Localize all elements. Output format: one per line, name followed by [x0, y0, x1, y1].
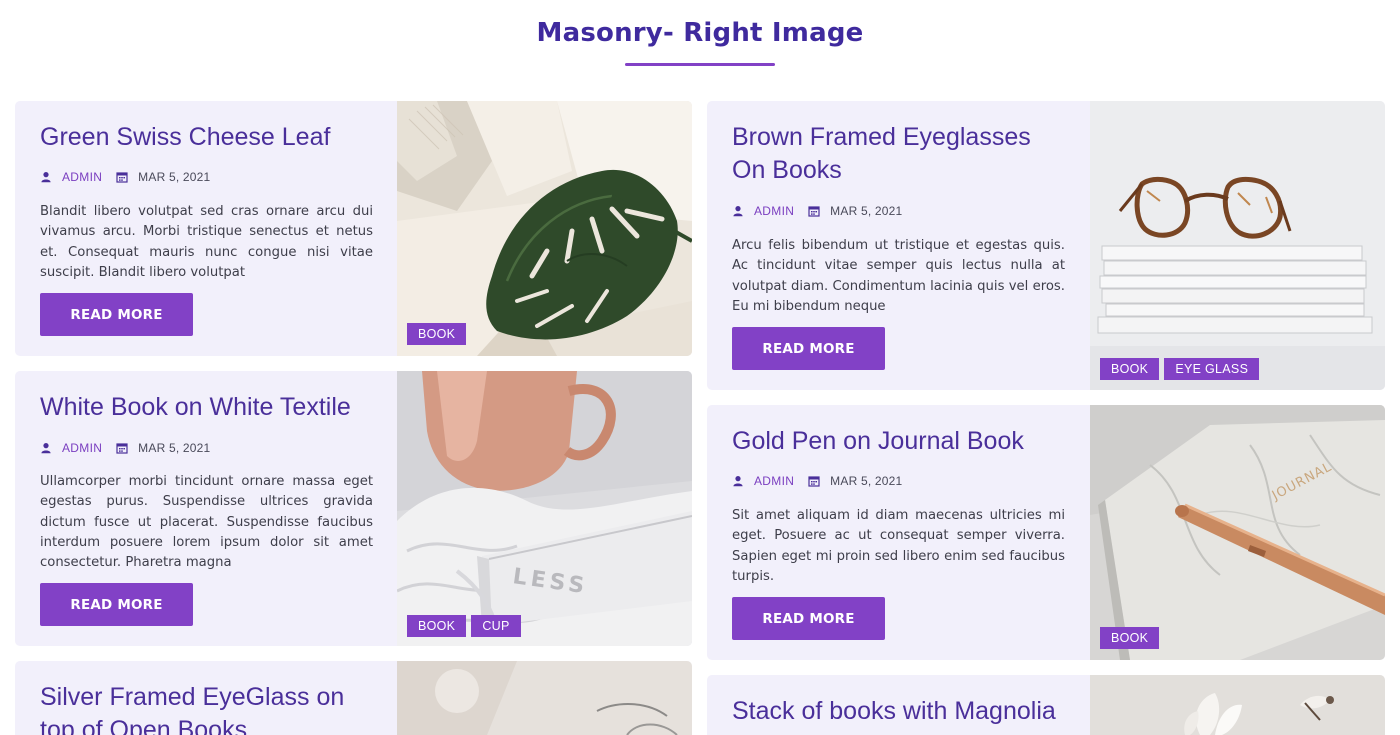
post-title[interactable]: Stack of books with Magnolia: [732, 695, 1072, 728]
tag[interactable]: BOOK: [1100, 627, 1160, 649]
post-image[interactable]: LESS BOOK CUP: [397, 371, 692, 646]
eyeglasses-on-books-photo: [1090, 101, 1385, 390]
read-more-button[interactable]: READ MORE: [40, 293, 193, 336]
user-icon: [41, 443, 51, 454]
post-author[interactable]: ADMIN: [754, 204, 794, 218]
post-card: White Book on White Textile ADMIN MAR 5,…: [15, 371, 692, 646]
post-excerpt: Sit amet aliquam id diam maecenas ultric…: [732, 508, 1065, 584]
post-title[interactable]: Brown Framed Eyeglasses On Books: [732, 121, 1065, 187]
post-card: Gold Pen on Journal Book ADMIN MAR 5, 20…: [707, 405, 1385, 660]
calendar-icon: [116, 172, 128, 183]
page-title: Masonry- Right Image: [536, 18, 864, 48]
post-meta: ADMIN MAR 5, 2021: [732, 201, 1065, 221]
tag[interactable]: BOOK: [407, 615, 467, 637]
post-title[interactable]: White Book on White Textile: [40, 391, 373, 424]
tag[interactable]: BOOK: [407, 323, 467, 345]
post-title[interactable]: Gold Pen on Journal Book: [732, 425, 1065, 458]
tag[interactable]: BOOK: [1100, 358, 1160, 380]
gold-pen-on-journal-photo: JOURNAL: [1090, 405, 1385, 660]
post-image[interactable]: BOOK EYE GLASS: [1090, 101, 1385, 390]
post-meta: ADMIN MAR 5, 2021: [732, 471, 1065, 491]
post-card: Brown Framed Eyeglasses On Books ADMIN M…: [707, 101, 1385, 390]
user-icon: [41, 172, 51, 183]
tag-list: BOOK: [407, 323, 467, 345]
post-author[interactable]: ADMIN: [62, 170, 102, 184]
tag-list: BOOK EYE GLASS: [1100, 358, 1260, 380]
post-date: MAR 5, 2021: [830, 474, 903, 488]
post-title[interactable]: Green Swiss Cheese Leaf: [40, 121, 373, 154]
post-image[interactable]: BOOK: [397, 101, 692, 356]
post-excerpt: Blandit libero volutpat sed cras ornare …: [40, 204, 373, 280]
post-image[interactable]: JOURNAL BOOK: [1090, 405, 1385, 660]
tag[interactable]: EYE GLASS: [1164, 358, 1260, 380]
post-meta: ADMIN MAR 5, 2021: [40, 167, 373, 187]
read-more-button[interactable]: READ MORE: [40, 583, 193, 626]
eyeglass-on-open-books-photo: [397, 661, 692, 735]
tag[interactable]: CUP: [471, 615, 521, 637]
post-date: MAR 5, 2021: [138, 441, 211, 455]
post-card: Silver Framed EyeGlass on top of Open Bo…: [15, 661, 692, 735]
post-image[interactable]: [397, 661, 692, 735]
book-and-cup-photo: LESS: [397, 371, 692, 646]
calendar-icon: [116, 443, 128, 454]
post-author[interactable]: ADMIN: [62, 441, 102, 455]
calendar-icon: [808, 206, 820, 217]
tag-list: BOOK CUP: [407, 615, 521, 637]
post-date: MAR 5, 2021: [138, 170, 211, 184]
post-card: Stack of books with Magnolia: [707, 675, 1385, 735]
post-image[interactable]: [1090, 675, 1385, 735]
post-card: Green Swiss Cheese Leaf ADMIN MAR 5, 202…: [15, 101, 692, 356]
monstera-leaf-photo: [397, 101, 692, 356]
user-icon: [733, 206, 743, 217]
post-title[interactable]: Silver Framed EyeGlass on top of Open Bo…: [40, 681, 373, 735]
user-icon: [733, 476, 743, 487]
books-with-magnolia-photo: [1090, 675, 1385, 735]
post-excerpt: Ullamcorper morbi tincidunt ornare massa…: [40, 474, 373, 571]
title-underline: [625, 63, 775, 66]
post-excerpt: Arcu felis bibendum ut tristique et eges…: [732, 238, 1065, 314]
post-date: MAR 5, 2021: [830, 204, 903, 218]
read-more-button[interactable]: READ MORE: [732, 327, 885, 370]
post-author[interactable]: ADMIN: [754, 474, 794, 488]
tag-list: BOOK: [1100, 627, 1160, 649]
read-more-button[interactable]: READ MORE: [732, 597, 885, 640]
post-meta: ADMIN MAR 5, 2021: [40, 438, 373, 458]
calendar-icon: [808, 476, 820, 487]
